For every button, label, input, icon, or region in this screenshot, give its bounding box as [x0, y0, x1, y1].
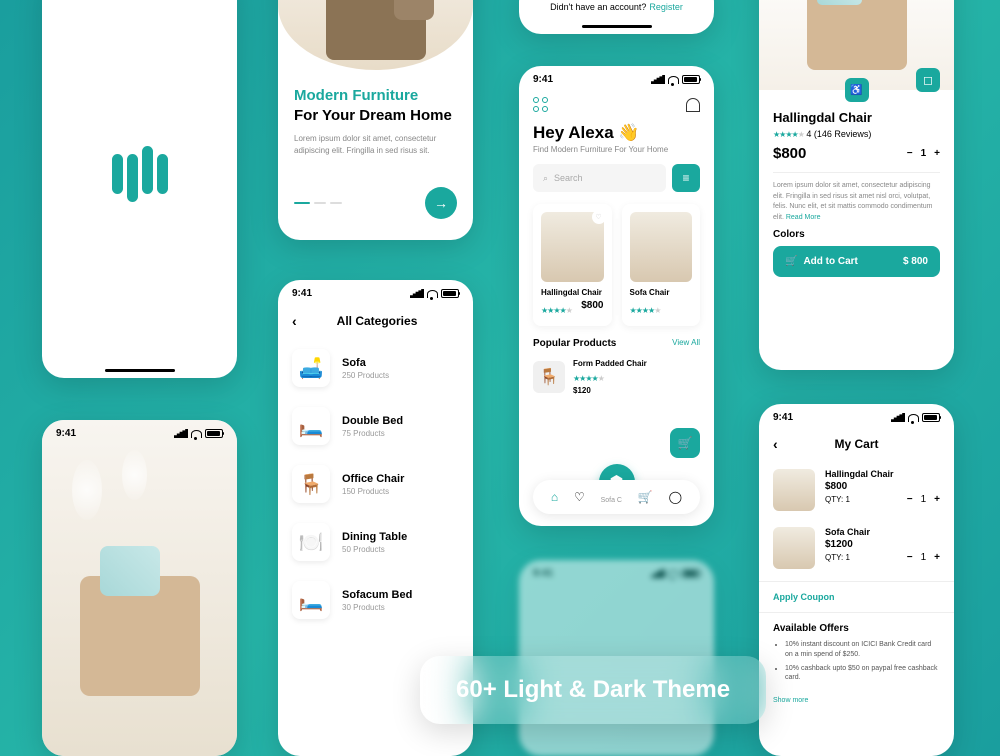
nav-label: Sofa C — [601, 497, 622, 504]
quantity-stepper[interactable]: − 1 + — [907, 494, 940, 505]
cart-icon: 🛒 — [785, 256, 797, 267]
cart-item[interactable]: Sofa Chair$1200QTY: 1− 1 + — [759, 519, 954, 577]
status-icons — [651, 75, 700, 84]
cart-item[interactable]: Hallingdal Chair$800QTY: 1− 1 + — [759, 461, 954, 519]
popular-item[interactable]: 🪑Form Padded Chair★★★★★$120 — [519, 355, 714, 399]
plus-icon: + — [934, 552, 940, 563]
detail-image: ♿◻ — [759, 0, 954, 90]
share-button[interactable]: ◻ — [916, 68, 940, 92]
view-all-link[interactable]: View All — [672, 338, 700, 349]
cart-title: My Cart — [773, 437, 940, 451]
filter-button[interactable]: ≡ — [672, 164, 700, 192]
cart-float-button[interactable]: 🛒 — [670, 428, 700, 458]
page-dots[interactable] — [294, 202, 342, 204]
popular-image: 🪑 — [533, 361, 565, 393]
product-card[interactable]: Sofa Chair★★★★★ — [622, 204, 701, 326]
show-more-link[interactable]: Show more — [773, 697, 954, 704]
image-screen: 9:41 — [42, 420, 237, 756]
home-indicator — [582, 25, 652, 28]
register-link[interactable]: Register — [649, 2, 683, 12]
plus-icon: + — [934, 494, 940, 505]
apply-coupon-link[interactable]: Apply Coupon — [759, 581, 954, 613]
menu-icon[interactable] — [533, 97, 549, 113]
stars-icon: ★★★★★ — [541, 306, 572, 315]
status-icons — [410, 289, 459, 298]
plus-icon: + — [934, 148, 940, 159]
product-photo — [42, 420, 237, 756]
back-icon[interactable]: ‹ — [292, 313, 297, 329]
category-item[interactable]: 🛏️Sofacum Bed30 Products — [278, 571, 473, 629]
next-button[interactable]: → — [425, 187, 457, 219]
status-time: 9:41 — [773, 412, 793, 423]
ar-button[interactable]: ♿ — [845, 78, 869, 102]
detail-screen: ♿◻ Hallingdal Chair ★★★★★ 4 (146 Reviews… — [759, 0, 954, 370]
quantity-stepper[interactable]: −1+ — [907, 148, 940, 159]
register-snippet: Didn't have an account?Register — [519, 0, 714, 34]
search-icon: ⌕ — [543, 173, 548, 184]
back-icon[interactable]: ‹ — [773, 436, 778, 452]
nav-home-icon[interactable]: ⌂ — [551, 490, 558, 504]
stars-icon: ★★★★★ — [573, 374, 604, 383]
home-screen: 9:41 Hey Alexa 👋 Find Modern Furniture F… — [519, 66, 714, 526]
status-time: 9:41 — [56, 428, 76, 439]
app-logo — [112, 146, 168, 202]
nav-heart-icon[interactable]: ♡ — [574, 490, 585, 504]
read-more-link[interactable]: Read More — [786, 214, 821, 221]
quantity-stepper[interactable]: − 1 + — [907, 552, 940, 563]
onboard-title: Modern FurnitureFor Your Dream Home — [294, 86, 457, 125]
minus-icon: − — [907, 552, 913, 563]
search-input[interactable]: ⌕Search — [533, 164, 666, 192]
heart-icon[interactable]: ♡ — [592, 210, 606, 224]
onboarding-screen: Modern FurnitureFor Your Dream Home Lore… — [278, 0, 473, 240]
sofabed-icon: 🛏️ — [292, 581, 330, 619]
status-icons — [891, 413, 940, 422]
product-name: Hallingdal Chair — [773, 110, 940, 125]
popular-title: Popular Products — [533, 338, 616, 349]
description: Lorem ipsum dolor sit amet, consectetur … — [773, 181, 940, 223]
status-time: 9:41 — [533, 74, 553, 85]
greeting-sub: Find Modern Furniture For Your Home — [519, 145, 714, 164]
minus-icon: − — [907, 494, 913, 505]
table-icon: 🍽️ — [292, 523, 330, 561]
onboard-body: Lorem ipsum dolor sit amet, consectetur … — [294, 133, 457, 157]
home-indicator — [105, 369, 175, 372]
category-item[interactable]: 🛋️Sofa250 Products — [278, 339, 473, 397]
category-item[interactable]: 🛏️Double Bed75 Products — [278, 397, 473, 455]
bottom-nav: ⌂ ♡ Sofa C 🛒 ◯ — [533, 480, 700, 514]
cart-screen: 9:41 ‹My Cart Hallingdal Chair$800QTY: 1… — [759, 404, 954, 756]
price: $800 — [773, 145, 806, 162]
nav-user-icon[interactable]: ◯ — [669, 490, 682, 504]
greeting: Hey Alexa 👋 — [519, 121, 714, 145]
bed-icon: 🛏️ — [292, 407, 330, 445]
status-icons — [174, 429, 223, 438]
add-to-cart-button[interactable]: 🛒Add to Cart$ 800 — [773, 246, 940, 277]
cart-image — [773, 469, 815, 511]
minus-icon: − — [907, 148, 913, 159]
offer-item: 10% cashback upto $50 on paypal free cas… — [785, 664, 940, 684]
status-time: 9:41 — [292, 288, 312, 299]
splash-screen — [42, 0, 237, 378]
category-item[interactable]: 🍽️Dining Table50 Products — [278, 513, 473, 571]
stars-icon: ★★★★★ — [630, 306, 661, 315]
sofa-icon: 🛋️ — [292, 349, 330, 387]
nav-cart-icon[interactable]: 🛒 — [638, 490, 653, 504]
hero-image — [278, 0, 473, 70]
colors-label: Colors — [773, 229, 940, 240]
offer-item: 10% instant discount on ICICI Bank Credi… — [785, 640, 940, 660]
register-prompt: Didn't have an account? — [550, 2, 646, 12]
theme-banner: 60+ Light & Dark Theme — [420, 656, 766, 724]
categories-title: All Categories — [337, 314, 418, 328]
bell-icon[interactable] — [686, 98, 700, 112]
chair-icon: 🪑 — [292, 465, 330, 503]
rating: ★★★★★ 4 (146 Reviews) — [773, 129, 940, 139]
cart-image — [773, 527, 815, 569]
product-card[interactable]: ♡Hallingdal Chair★★★★★$800 — [533, 204, 612, 326]
product-image — [630, 212, 693, 282]
offers-title: Available Offers — [773, 623, 940, 634]
category-item[interactable]: 🪑Office Chair150 Products — [278, 455, 473, 513]
